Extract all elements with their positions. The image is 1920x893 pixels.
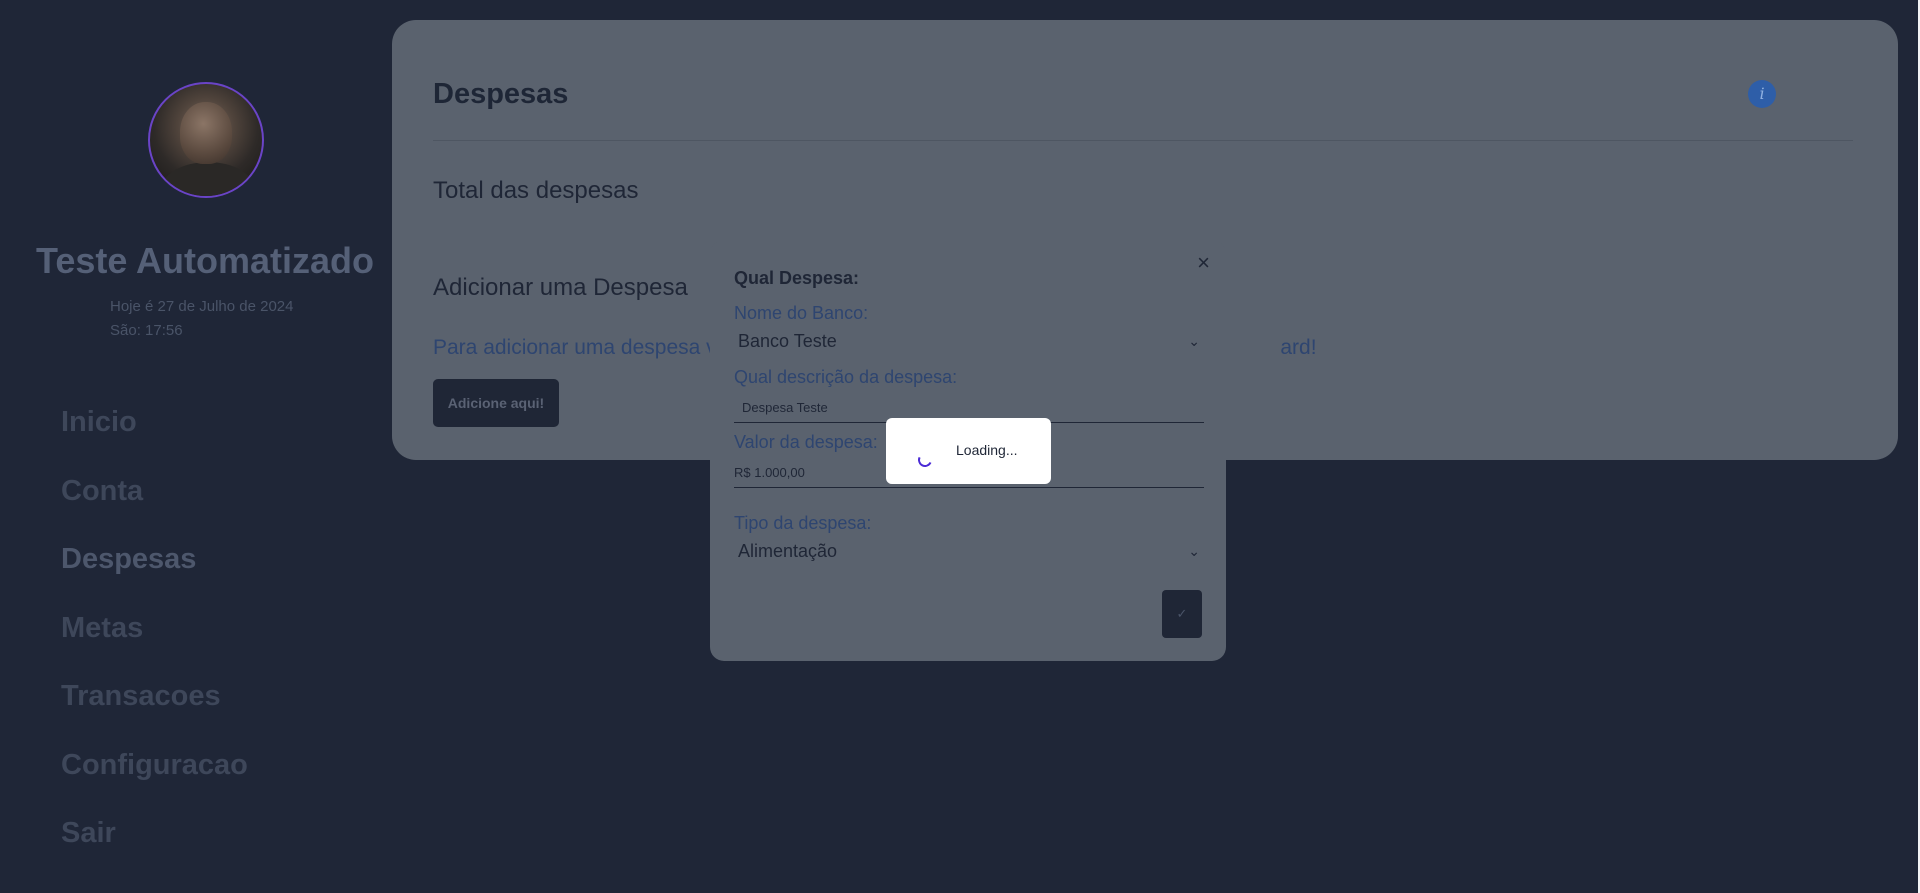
confirm-button[interactable]: ✓ <box>1162 590 1202 638</box>
sidebar-nav: Inicio Conta Despesas Metas Transacoes C… <box>61 398 248 878</box>
type-label: Tipo da despesa: <box>734 513 872 533</box>
sidebar-item-configuracao[interactable]: Configuracao <box>61 741 248 810</box>
divider <box>433 140 1853 141</box>
description-label: Qual descrição da despesa: <box>734 367 958 387</box>
check-icon: ✓ <box>1176 606 1188 621</box>
chevron-down-icon: ⌄ <box>1188 543 1200 559</box>
total-expenses-label: Total das despesas <box>433 177 639 204</box>
close-icon[interactable]: × <box>1197 250 1210 276</box>
sidebar-item-despesas[interactable]: Despesas <box>61 535 248 604</box>
user-name: Teste Automatizado <box>36 240 375 281</box>
add-expense-help-text: Para adicionar uma despesa vo <box>433 336 729 359</box>
bank-select[interactable]: Banco Teste ⌄ <box>734 326 1204 356</box>
sidebar-item-transacoes[interactable]: Transacoes <box>61 672 248 741</box>
avatar <box>148 82 264 198</box>
sidebar-item-conta[interactable]: Conta <box>61 467 248 536</box>
bank-select-value: Banco Teste <box>738 331 837 351</box>
sidebar-item-metas[interactable]: Metas <box>61 604 248 673</box>
add-expense-title: Adicionar uma Despesa <box>433 274 688 301</box>
type-select-value: Alimentação <box>738 541 838 561</box>
add-expense-button[interactable]: Adicione aqui! <box>433 379 559 427</box>
bank-label: Nome do Banco: <box>734 303 869 323</box>
avatar-body <box>160 162 256 196</box>
avatar-head <box>180 102 232 164</box>
sidebar-item-sair[interactable]: Sair <box>61 809 248 878</box>
page-title: Despesas <box>433 78 569 110</box>
time-text: São: 17:56 <box>110 322 183 339</box>
date-text: Hoje é 27 de Julho de 2024 <box>110 298 294 315</box>
loading-popup: Loading... <box>886 418 1051 484</box>
amount-label: Valor da despesa: <box>734 432 878 452</box>
loading-text: Loading... <box>956 442 1018 458</box>
info-icon[interactable]: i <box>1748 80 1776 108</box>
add-expense-help-tail: ard! <box>1280 336 1317 359</box>
spinner-icon <box>916 451 934 469</box>
sidebar-item-inicio[interactable]: Inicio <box>61 398 248 467</box>
sidebar: Teste Automatizado Hoje é 27 de Julho de… <box>0 0 392 893</box>
type-select[interactable]: Alimentação ⌄ <box>734 536 1204 566</box>
chevron-down-icon: ⌄ <box>1188 333 1200 349</box>
modal-heading: Qual Despesa: <box>734 268 860 288</box>
